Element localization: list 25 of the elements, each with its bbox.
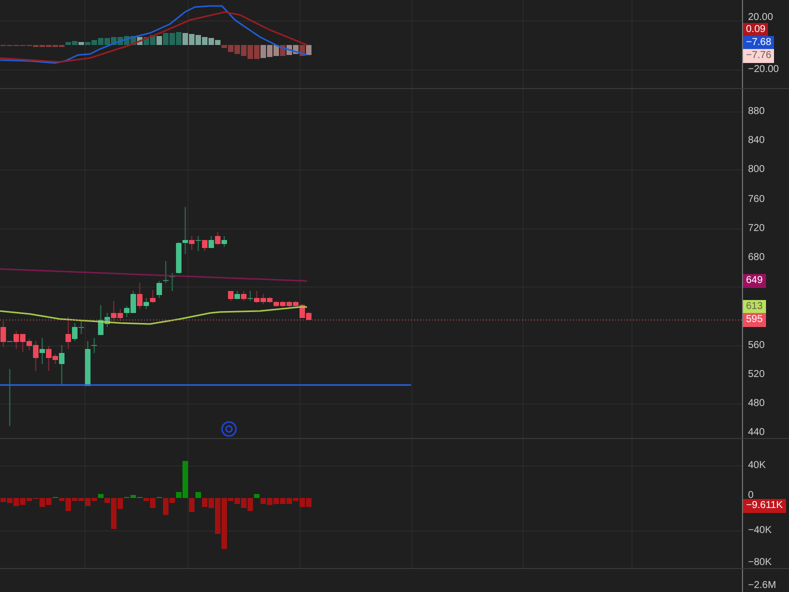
axis-label: 760 [748,193,765,207]
axis-label: 520 [748,368,765,382]
value-badge: 595 [743,313,766,327]
axis-label: 40K [748,459,766,473]
value-badge: 613 [743,300,766,314]
axis-label: −40K [748,524,772,538]
axis-label: 440 [748,426,765,440]
value-badge: 649 [743,274,766,288]
axis-label: 800 [748,163,765,177]
axis-label: 880 [748,105,765,119]
axis-label: 560 [748,339,765,353]
value-badge: −7.68 [743,36,774,50]
value-badge: 0.09 [743,23,768,37]
value-badge: −7.76 [743,49,774,63]
axis-label: 20.00 [748,11,774,25]
value-badge: −9.611K [743,499,786,513]
axis-label: 0 [748,489,754,501]
axis-label: −2.6M [748,579,776,592]
axis-label: −20.00 [748,63,779,77]
axis-label: −80K [748,556,772,570]
axis-label: 480 [748,397,765,411]
axis-label: 720 [748,222,765,236]
circle-marker-icon [221,421,237,437]
axis-label: 680 [748,251,765,265]
axis-label: 840 [748,134,765,148]
